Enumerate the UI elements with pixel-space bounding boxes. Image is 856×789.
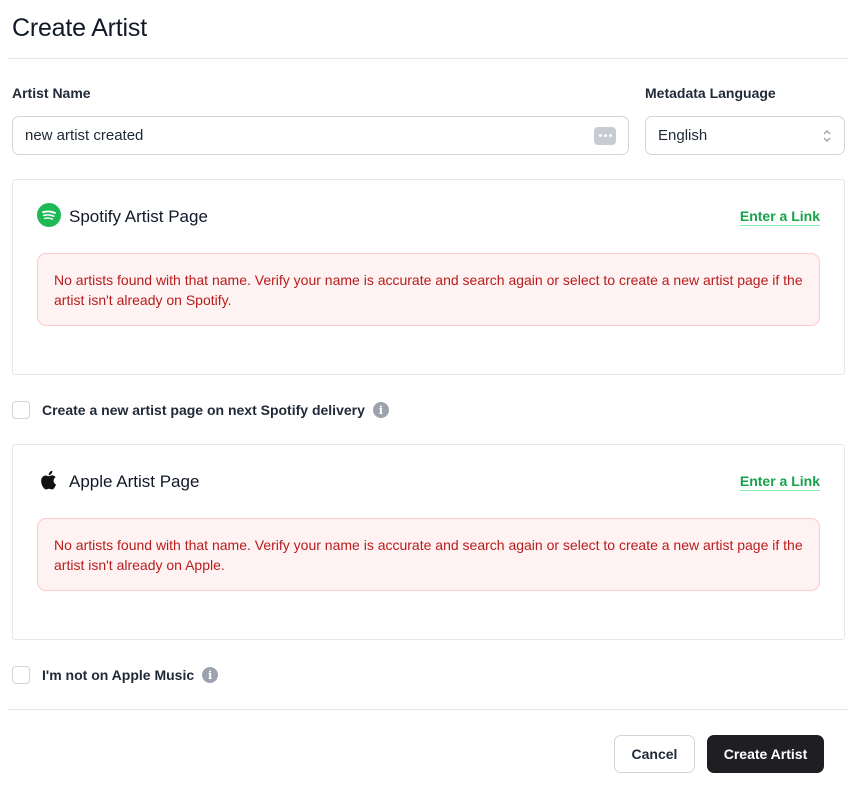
apple-enter-link[interactable]: Enter a Link xyxy=(739,473,820,491)
cancel-button[interactable]: Cancel xyxy=(614,735,695,773)
spotify-new-page-option: Create a new artist page on next Spotify… xyxy=(12,401,389,419)
artist-name-value: new artist created xyxy=(25,127,144,144)
spotify-new-page-label[interactable]: Create a new artist page on next Spotify… xyxy=(42,402,365,418)
spotify-error-alert: No artists found with that name. Verify … xyxy=(37,253,820,326)
metadata-language-value: English xyxy=(658,127,708,144)
spotify-card-title: Spotify Artist Page xyxy=(69,207,208,226)
spotify-new-page-checkbox[interactable] xyxy=(12,401,30,419)
apple-artist-card: Apple Artist Page Enter a Link No artist… xyxy=(12,444,845,640)
spotify-icon xyxy=(37,202,61,232)
not-on-apple-label[interactable]: I'm not on Apple Music xyxy=(42,667,194,683)
spotify-artist-card: Spotify Artist Page Enter a Link No arti… xyxy=(12,179,845,375)
apple-error-alert: No artists found with that name. Verify … xyxy=(37,518,820,591)
metadata-language-label: Metadata Language xyxy=(645,85,776,101)
apple-card-title: Apple Artist Page xyxy=(69,472,200,491)
not-on-apple-option: I'm not on Apple Music i xyxy=(12,666,219,684)
info-icon[interactable]: i xyxy=(202,667,219,683)
metadata-language-select[interactable]: English xyxy=(645,116,845,155)
apple-icon xyxy=(37,468,61,497)
more-dots-icon[interactable] xyxy=(594,126,616,145)
header-divider xyxy=(8,58,848,59)
artist-name-input[interactable]: new artist created xyxy=(12,116,629,155)
page-title: Create Artist xyxy=(12,14,147,42)
spotify-enter-link[interactable]: Enter a Link xyxy=(739,208,820,226)
create-artist-button[interactable]: Create Artist xyxy=(707,735,824,773)
artist-name-label: Artist Name xyxy=(12,85,91,101)
create-artist-dialog: Create Artist Artist Name new artist cre… xyxy=(0,0,856,789)
info-icon[interactable]: i xyxy=(372,402,389,418)
not-on-apple-checkbox[interactable] xyxy=(12,666,30,684)
footer-divider xyxy=(8,709,848,710)
chevron-updown-icon xyxy=(822,128,832,144)
